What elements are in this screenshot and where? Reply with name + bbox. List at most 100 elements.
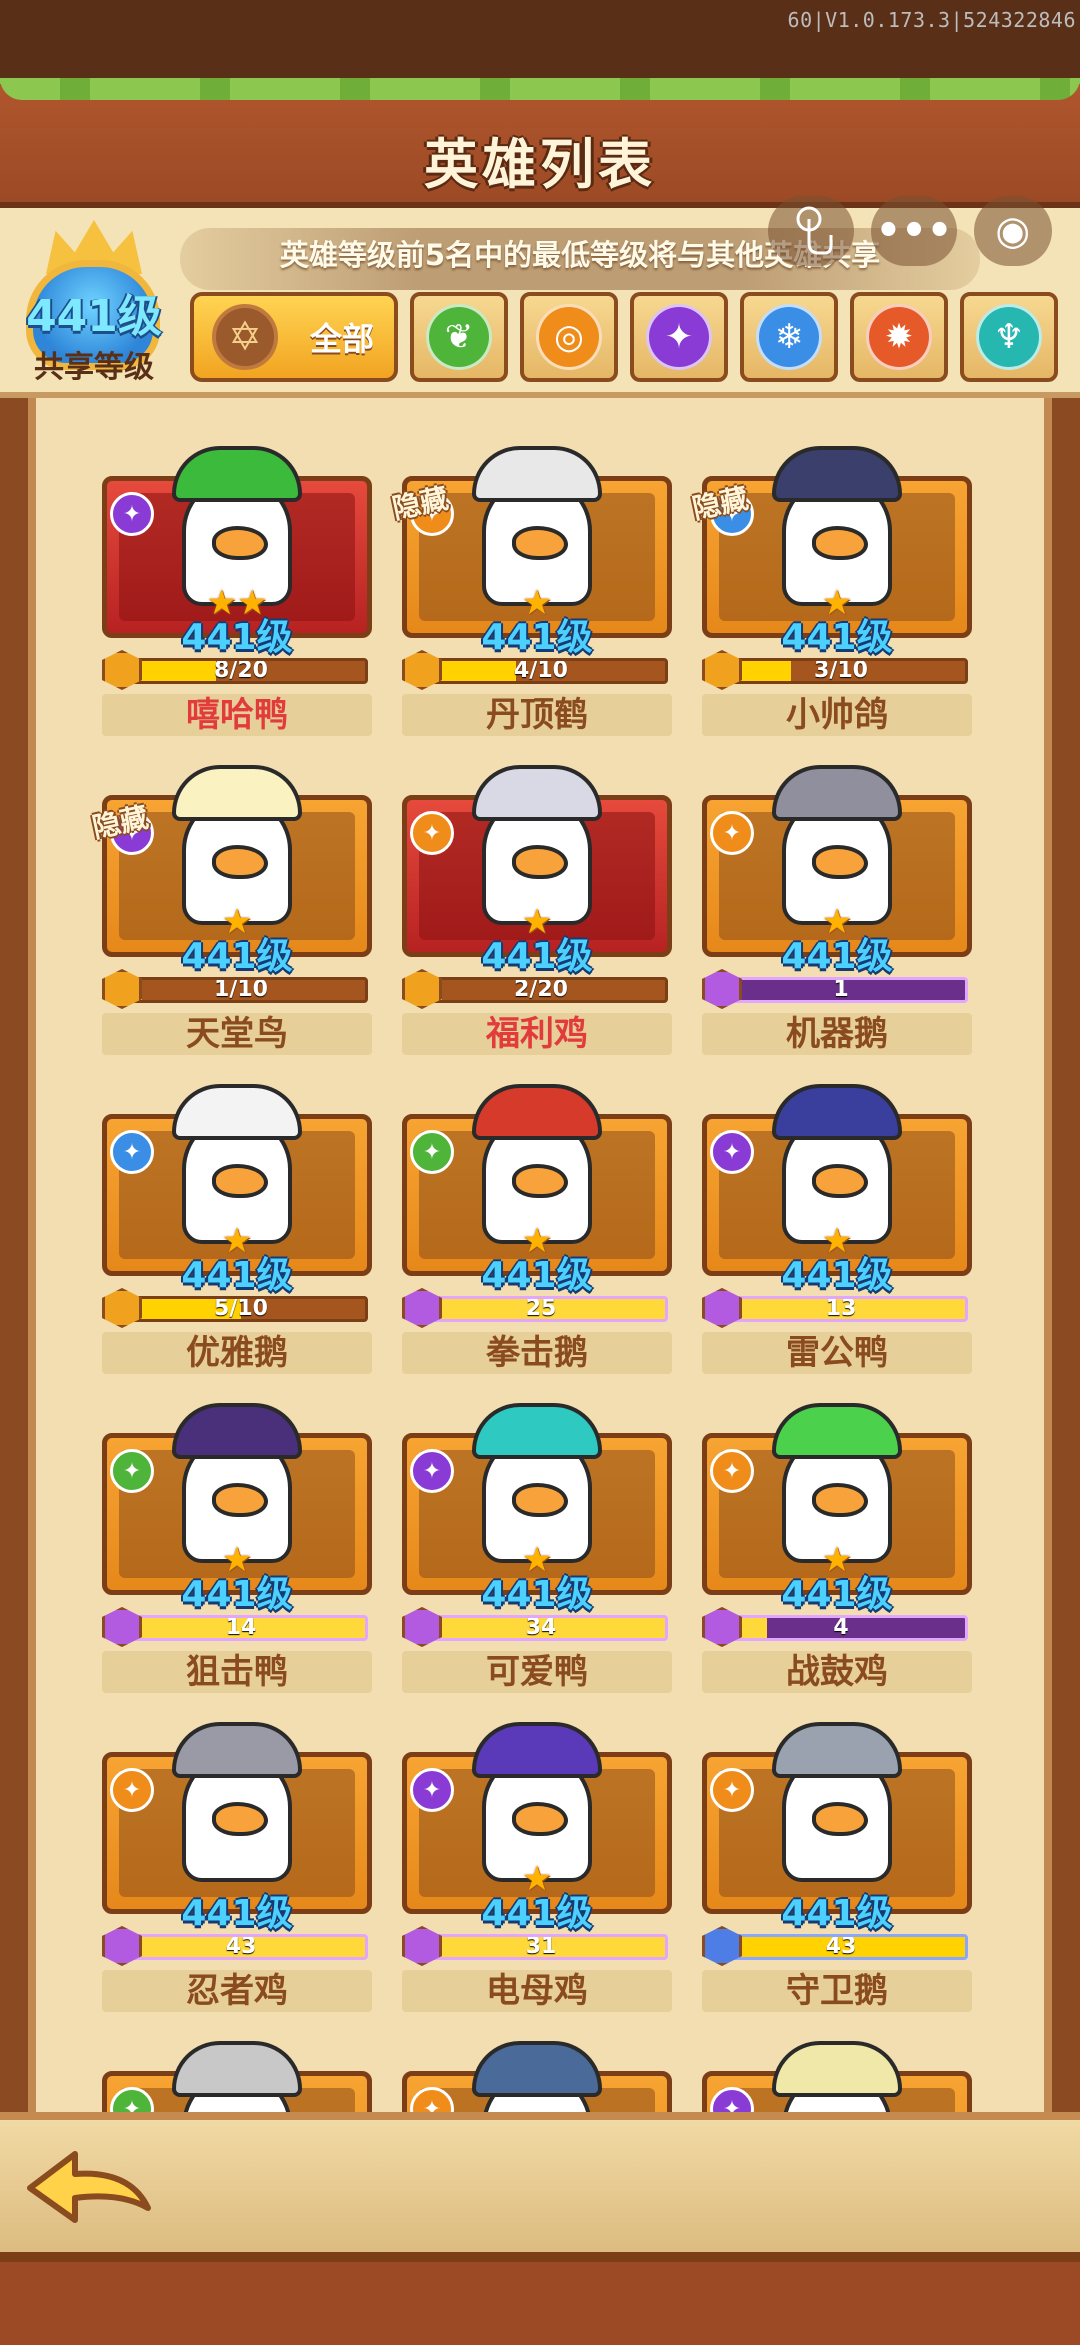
hero-portrait	[162, 1393, 312, 1563]
hero-card[interactable]: ✦ ★ 441级 34 可爱鸭	[402, 1403, 672, 1693]
shard-progress-text: 31	[525, 1934, 557, 1959]
shard-progress-bar: 31	[414, 1934, 668, 1960]
hero-card[interactable]: ✦ ★ 441级 1 机器鹅	[702, 765, 972, 1055]
hero-portrait	[762, 436, 912, 606]
shard-progress-bar: 14	[114, 1615, 368, 1641]
shared-level-value: 441级	[26, 291, 162, 342]
hero-level: 441级	[181, 1255, 293, 1296]
hero-card[interactable]: ✦ ★ 441级 14 狙击鸭	[102, 1403, 372, 1693]
hero-level: 441级	[181, 617, 293, 658]
hero-portrait	[762, 1712, 912, 1882]
shard-progress-text: 5/10	[214, 1296, 268, 1321]
trident-element-icon: ♆	[976, 304, 1042, 370]
element-badge-icon: ✦	[410, 1130, 454, 1174]
hero-card[interactable]: ✦ 隐藏 ★ 441级 1/10 天堂鸟	[89, 765, 372, 1055]
hero-card[interactable]: ✦ ★ 441级 31 电母鸡	[402, 1722, 672, 2012]
hero-name: 可爱鸭	[486, 1652, 588, 1692]
shard-progress-bar: 8/20	[114, 658, 368, 684]
hero-card[interactable]: ✦ ★ 441级 13 雷公鸭	[702, 1084, 972, 1374]
hero-card[interactable]: ✦ ★ 441级 25 拳击鹅	[402, 1084, 672, 1374]
hero-portrait	[162, 1712, 312, 1882]
shard-progress-bar: 5/10	[114, 1296, 368, 1322]
hero-name: 嘻哈鸭	[186, 695, 288, 735]
hero-name: 雷公鸭	[786, 1333, 888, 1373]
shared-level-badge: 441级 共享等级	[8, 220, 180, 390]
mini-program-capsule: ••• ◉	[760, 188, 1060, 274]
shard-progress-bar: 34	[414, 1615, 668, 1641]
element-filter-tabs: ✡ 全部 ❦ ◎ ✦ ❄ ✹ ♆	[190, 292, 1070, 386]
hero-card[interactable]: ✦	[702, 2041, 972, 2118]
shard-progress-bar: 4	[714, 1615, 968, 1641]
element-badge-icon: ✦	[410, 811, 454, 855]
shard-progress-bar: 1/10	[114, 977, 368, 1003]
shard-progress-text: 3/10	[814, 658, 868, 683]
hero-level: 441级	[481, 1574, 593, 1615]
more-icon[interactable]: •••	[870, 196, 957, 266]
hero-name: 丹顶鹤	[486, 695, 588, 735]
hero-level: 441级	[181, 1893, 293, 1934]
hero-name: 狙击鸭	[186, 1652, 288, 1692]
hero-card[interactable]: ✦ ★ 441级 2/20 福利鸡	[402, 765, 672, 1055]
hero-level: 441级	[181, 1574, 293, 1615]
shard-progress-bar: 25	[414, 1296, 668, 1322]
tab-all[interactable]: ✡ 全部	[190, 292, 398, 382]
tab-shadow[interactable]: ✦	[630, 292, 728, 382]
element-badge-icon: ✦	[710, 811, 754, 855]
element-badge-icon: ✦	[410, 1768, 454, 1812]
hero-portrait	[462, 1393, 612, 1563]
hero-level: 441级	[481, 936, 593, 977]
tab-trident[interactable]: ♆	[960, 292, 1058, 382]
hero-card[interactable]: ✦ 隐藏 ★ 441级 4/10 丹顶鹤	[389, 446, 672, 736]
tab-ice[interactable]: ❄	[740, 292, 838, 382]
hero-name: 小帅鸽	[786, 695, 888, 735]
element-badge-icon: ✦	[110, 492, 154, 536]
hero-name: 忍者鸡	[186, 1971, 288, 2011]
hero-card[interactable]: ✦	[102, 2041, 372, 2118]
tab-fire[interactable]: ✹	[850, 292, 948, 382]
hero-portrait	[462, 755, 612, 925]
all-elements-icon: ✡	[212, 304, 278, 370]
shard-progress-text: 2/20	[514, 977, 568, 1002]
element-badge-icon: ✦	[710, 1449, 754, 1493]
hero-list-panel[interactable]: ✦ ★★ 441级 8/20 嘻哈鸭 ✦ 隐藏 ★ 441级 4/10 丹顶鹤 ✦ 隐藏 ★ 441级 3/1…	[28, 398, 1052, 2118]
back-button[interactable]	[20, 2136, 160, 2236]
hero-name: 拳击鹅	[486, 1333, 588, 1373]
hero-card[interactable]: ✦	[402, 2041, 672, 2118]
hero-card[interactable]: ✦ 441级 43 忍者鸡	[102, 1722, 372, 2012]
hero-card[interactable]: ✦ ★ 441级 4 战鼓鸡	[702, 1403, 972, 1693]
sun-element-icon: ◎	[536, 304, 602, 370]
shard-progress-text: 8/20	[214, 658, 268, 683]
fire-element-icon: ✹	[866, 304, 932, 370]
shard-progress-text: 34	[525, 1615, 557, 1640]
shard-progress-text: 13	[825, 1296, 857, 1321]
record-icon[interactable]: ◉	[973, 196, 1052, 266]
hero-portrait	[762, 1393, 912, 1563]
element-badge-icon: ✦	[710, 1768, 754, 1812]
hero-portrait	[462, 436, 612, 606]
hero-grid: ✦ ★★ 441级 8/20 嘻哈鸭 ✦ 隐藏 ★ 441级 4/10 丹顶鹤 ✦ 隐藏 ★ 441级 3/1…	[89, 446, 1002, 2118]
shard-progress-bar: 13	[714, 1296, 968, 1322]
hero-level: 441级	[181, 936, 293, 977]
shard-progress-text: 14	[225, 1615, 257, 1640]
element-badge-icon: ✦	[410, 1449, 454, 1493]
hero-name: 电母鸡	[486, 1971, 588, 2011]
hero-card[interactable]: ✦ ★ 441级 5/10 优雅鹅	[102, 1084, 372, 1374]
tab-sun[interactable]: ◎	[520, 292, 618, 382]
hero-card[interactable]: ✦ ★★ 441级 8/20 嘻哈鸭	[102, 446, 372, 736]
tab-all-label: 全部	[310, 320, 375, 358]
hero-level: 441级	[481, 1893, 593, 1934]
hero-card[interactable]: ✦ 441级 43 守卫鹅	[702, 1722, 972, 2012]
bottom-plank	[0, 2112, 1080, 2262]
tab-nature[interactable]: ❦	[410, 292, 508, 382]
shard-progress-text: 25	[525, 1296, 557, 1321]
hero-level: 441级	[781, 1893, 893, 1934]
hero-name: 守卫鹅	[786, 1971, 888, 2011]
shard-progress-text: 1/10	[214, 977, 268, 1002]
touch-icon[interactable]	[768, 196, 855, 266]
shard-progress-bar: 2/20	[414, 977, 668, 1003]
shard-progress-text: 43	[225, 1934, 257, 1959]
hero-card[interactable]: ✦ 隐藏 ★ 441级 3/10 小帅鸽	[689, 446, 972, 736]
shadow-element-icon: ✦	[646, 304, 712, 370]
hero-portrait	[162, 755, 312, 925]
ice-element-icon: ❄	[756, 304, 822, 370]
